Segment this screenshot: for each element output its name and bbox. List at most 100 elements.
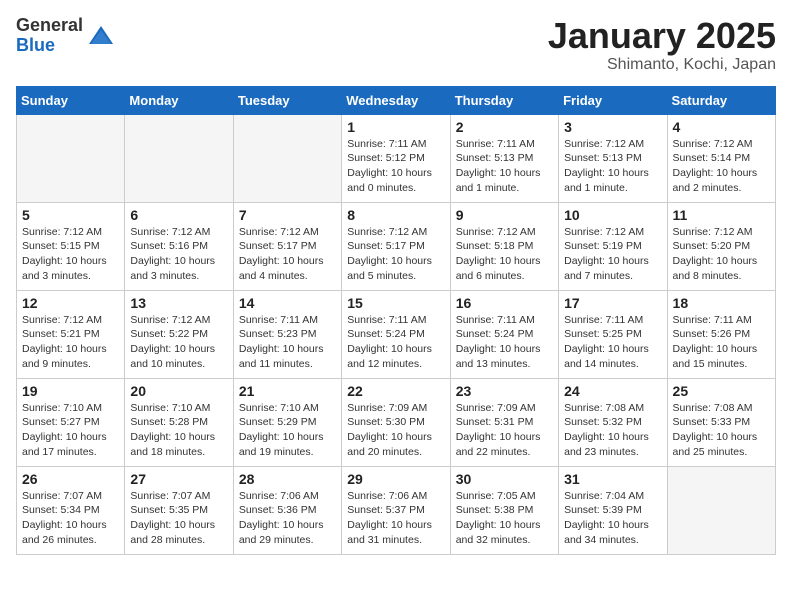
day-info: Sunrise: 7:11 AMSunset: 5:25 PMDaylight:… — [564, 313, 661, 372]
day-info: Sunrise: 7:11 AMSunset: 5:24 PMDaylight:… — [456, 313, 553, 372]
day-number: 3 — [564, 119, 661, 135]
calendar-cell: 20Sunrise: 7:10 AMSunset: 5:28 PMDayligh… — [125, 378, 233, 466]
calendar-cell: 1 Sunrise: 7:11 AMSunset: 5:12 PMDaylight… — [342, 114, 450, 202]
day-info: Sunrise: 7:12 AMSunset: 5:20 PMDaylight:… — [673, 225, 770, 284]
calendar-cell: 7 Sunrise: 7:12 AMSunset: 5:17 PMDaylight… — [233, 202, 341, 290]
weekday-header: Friday — [559, 86, 667, 114]
calendar-cell: 8 Sunrise: 7:12 AMSunset: 5:17 PMDaylight… — [342, 202, 450, 290]
day-info: Sunrise: 7:11 AMSunset: 5:24 PMDaylight:… — [347, 313, 444, 372]
day-info: Sunrise: 7:11 AMSunset: 5:23 PMDaylight:… — [239, 313, 336, 372]
calendar-subtitle: Shimanto, Kochi, Japan — [548, 56, 776, 74]
weekday-header: Saturday — [667, 86, 775, 114]
day-info: Sunrise: 7:09 AMSunset: 5:30 PMDaylight:… — [347, 401, 444, 460]
day-info: Sunrise: 7:08 AMSunset: 5:32 PMDaylight:… — [564, 401, 661, 460]
day-info: Sunrise: 7:12 AMSunset: 5:18 PMDaylight:… — [456, 225, 553, 284]
calendar-cell: 16 Sunrise: 7:11 AMSunset: 5:24 PMDayligh… — [450, 290, 558, 378]
day-number: 12 — [22, 295, 119, 311]
day-number: 14 — [239, 295, 336, 311]
calendar-cell: 3Sunrise: 7:12 AMSunset: 5:13 PMDaylight… — [559, 114, 667, 202]
day-info: Sunrise: 7:11 AMSunset: 5:26 PMDaylight:… — [673, 313, 770, 372]
title-area: January 2025 Shimanto, Kochi, Japan — [548, 16, 776, 74]
day-number: 22 — [347, 383, 444, 399]
day-number: 30 — [456, 471, 553, 487]
day-number: 27 — [130, 471, 227, 487]
day-info: Sunrise: 7:12 AMSunset: 5:17 PMDaylight:… — [239, 225, 336, 284]
calendar-cell: 31 Sunrise: 7:04 AMSunset: 5:39 PMDayligh… — [559, 466, 667, 554]
day-info: Sunrise: 7:06 AMSunset: 5:37 PMDaylight:… — [347, 489, 444, 548]
weekday-header: Sunday — [17, 86, 125, 114]
calendar-title: January 2025 — [548, 16, 776, 56]
weekday-header: Wednesday — [342, 86, 450, 114]
day-number: 28 — [239, 471, 336, 487]
day-number: 5 — [22, 207, 119, 223]
day-number: 6 — [130, 207, 227, 223]
day-info: Sunrise: 7:07 AMSunset: 5:35 PMDaylight:… — [130, 489, 227, 548]
day-number: 26 — [22, 471, 119, 487]
calendar-week-row: 19 Sunrise: 7:10 AMSunset: 5:27 PMDayligh… — [17, 378, 776, 466]
calendar-cell: 25Sunrise: 7:08 AMSunset: 5:33 PMDayligh… — [667, 378, 775, 466]
calendar-cell: 14 Sunrise: 7:11 AMSunset: 5:23 PMDayligh… — [233, 290, 341, 378]
day-info: Sunrise: 7:12 AMSunset: 5:19 PMDaylight:… — [564, 225, 661, 284]
day-info: Sunrise: 7:09 AMSunset: 5:31 PMDaylight:… — [456, 401, 553, 460]
day-number: 7 — [239, 207, 336, 223]
calendar-cell: 17 Sunrise: 7:11 AMSunset: 5:25 PMDayligh… — [559, 290, 667, 378]
day-number: 2 — [456, 119, 553, 135]
day-number: 13 — [130, 295, 227, 311]
day-info: Sunrise: 7:11 AMSunset: 5:13 PMDaylight:… — [456, 137, 553, 196]
page-header: General Blue January 2025 Shimanto, Koch… — [16, 16, 776, 74]
calendar-cell: 29Sunrise: 7:06 AMSunset: 5:37 PMDayligh… — [342, 466, 450, 554]
day-info: Sunrise: 7:10 AMSunset: 5:29 PMDaylight:… — [239, 401, 336, 460]
calendar-cell: 24 Sunrise: 7:08 AMSunset: 5:32 PMDayligh… — [559, 378, 667, 466]
day-info: Sunrise: 7:12 AMSunset: 5:15 PMDaylight:… — [22, 225, 119, 284]
day-number: 15 — [347, 295, 444, 311]
day-number: 19 — [22, 383, 119, 399]
weekday-header: Tuesday — [233, 86, 341, 114]
day-info: Sunrise: 7:04 AMSunset: 5:39 PMDaylight:… — [564, 489, 661, 548]
day-number: 9 — [456, 207, 553, 223]
day-number: 23 — [456, 383, 553, 399]
day-info: Sunrise: 7:12 AMSunset: 5:14 PMDaylight:… — [673, 137, 770, 196]
day-info: Sunrise: 7:12 AMSunset: 5:17 PMDaylight:… — [347, 225, 444, 284]
calendar-cell: 19 Sunrise: 7:10 AMSunset: 5:27 PMDayligh… — [17, 378, 125, 466]
weekday-header-row: SundayMondayTuesdayWednesdayThursdayFrid… — [17, 86, 776, 114]
day-number: 8 — [347, 207, 444, 223]
day-info: Sunrise: 7:12 AMSunset: 5:16 PMDaylight:… — [130, 225, 227, 284]
calendar-cell: 27 Sunrise: 7:07 AMSunset: 5:35 PMDayligh… — [125, 466, 233, 554]
day-info: Sunrise: 7:10 AMSunset: 5:27 PMDaylight:… — [22, 401, 119, 460]
day-number: 10 — [564, 207, 661, 223]
calendar-cell — [667, 466, 775, 554]
day-number: 31 — [564, 471, 661, 487]
day-info: Sunrise: 7:12 AMSunset: 5:21 PMDaylight:… — [22, 313, 119, 372]
day-number: 21 — [239, 383, 336, 399]
day-number: 24 — [564, 383, 661, 399]
calendar-cell — [17, 114, 125, 202]
calendar-table: SundayMondayTuesdayWednesdayThursdayFrid… — [16, 86, 776, 555]
calendar-cell: 9 Sunrise: 7:12 AMSunset: 5:18 PMDaylight… — [450, 202, 558, 290]
day-number: 20 — [130, 383, 227, 399]
calendar-cell: 10 Sunrise: 7:12 AMSunset: 5:19 PMDayligh… — [559, 202, 667, 290]
calendar-cell: 28 Sunrise: 7:06 AMSunset: 5:36 PMDayligh… — [233, 466, 341, 554]
calendar-cell: 18 Sunrise: 7:11 AMSunset: 5:26 PMDayligh… — [667, 290, 775, 378]
logo: General Blue — [16, 16, 115, 56]
day-info: Sunrise: 7:06 AMSunset: 5:36 PMDaylight:… — [239, 489, 336, 548]
calendar-week-row: 1 Sunrise: 7:11 AMSunset: 5:12 PMDaylight… — [17, 114, 776, 202]
day-number: 17 — [564, 295, 661, 311]
calendar-cell — [233, 114, 341, 202]
logo-general: General — [16, 16, 83, 36]
calendar-cell: 30Sunrise: 7:05 AMSunset: 5:38 PMDayligh… — [450, 466, 558, 554]
day-number: 1 — [347, 119, 444, 135]
calendar-week-row: 12 Sunrise: 7:12 AMSunset: 5:21 PMDayligh… — [17, 290, 776, 378]
day-info: Sunrise: 7:07 AMSunset: 5:34 PMDaylight:… — [22, 489, 119, 548]
day-number: 18 — [673, 295, 770, 311]
calendar-cell: 12 Sunrise: 7:12 AMSunset: 5:21 PMDayligh… — [17, 290, 125, 378]
weekday-header: Thursday — [450, 86, 558, 114]
day-info: Sunrise: 7:11 AMSunset: 5:12 PMDaylight:… — [347, 137, 444, 196]
logo-icon — [87, 22, 115, 50]
calendar-cell: 2 Sunrise: 7:11 AMSunset: 5:13 PMDaylight… — [450, 114, 558, 202]
calendar-cell: 21 Sunrise: 7:10 AMSunset: 5:29 PMDayligh… — [233, 378, 341, 466]
day-number: 16 — [456, 295, 553, 311]
calendar-cell: 23 Sunrise: 7:09 AMSunset: 5:31 PMDayligh… — [450, 378, 558, 466]
calendar-cell: 4Sunrise: 7:12 AMSunset: 5:14 PMDaylight… — [667, 114, 775, 202]
day-number: 25 — [673, 383, 770, 399]
calendar-cell: 15 Sunrise: 7:11 AMSunset: 5:24 PMDayligh… — [342, 290, 450, 378]
